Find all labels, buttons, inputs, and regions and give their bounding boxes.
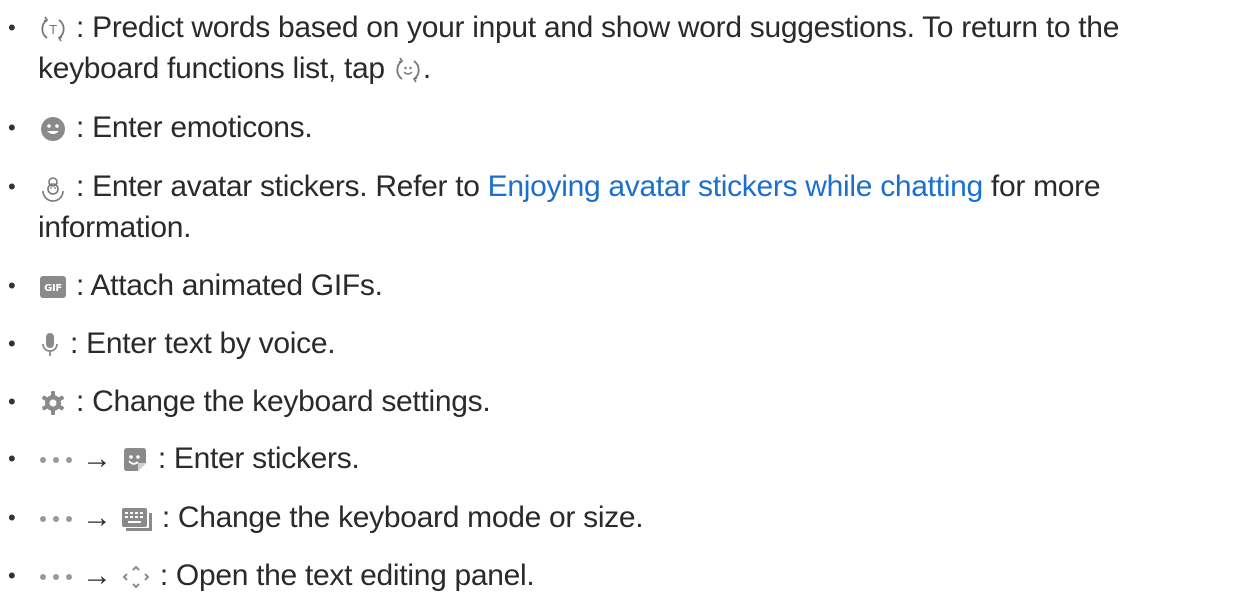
- arrow: →: [82, 501, 112, 534]
- bullet: •: [8, 15, 16, 40]
- line: T : Predict words based on your input an…: [38, 7, 1119, 48]
- item-text: : Open the text editing panel.: [159, 559, 535, 592]
- arrow: →: [82, 559, 112, 592]
- item-text: : Change the keyboard mode or size.: [161, 501, 644, 534]
- bullet: •: [8, 174, 16, 199]
- bullet: •: [8, 331, 16, 356]
- text-editing-icon: [120, 562, 152, 592]
- gif-icon: GIF: [38, 274, 68, 300]
- more-dots-icon: [38, 454, 74, 466]
- line: → : Open the text editing panel.: [38, 555, 535, 596]
- item-text: : Attach animated GIFs.: [76, 269, 383, 302]
- item-text: : Change the keyboard settings.: [76, 385, 491, 418]
- item-text: : Enter stickers.: [157, 442, 360, 475]
- svg-text:GIF: GIF: [44, 283, 62, 294]
- line: → : Enter stickers.: [38, 438, 360, 479]
- line: keyboard functions list, tap .: [38, 48, 431, 89]
- keyboard-mode-icon: [120, 505, 154, 533]
- keyboard-functions-list: • T : Predict words based on your input …: [0, 0, 1255, 611]
- bullet: •: [8, 389, 16, 414]
- more-dots-icon: [38, 571, 74, 583]
- microphone-icon: [38, 330, 62, 360]
- item-text: : Enter emoticons.: [76, 111, 313, 144]
- emoji-icon: [38, 114, 68, 144]
- avatar-sticker-icon: [38, 173, 68, 203]
- bullet: •: [8, 446, 16, 471]
- arrow: →: [82, 442, 112, 475]
- avatar-stickers-link[interactable]: Enjoying avatar stickers while chatting: [488, 170, 984, 203]
- line: information.: [38, 207, 191, 248]
- line: GIF : Attach animated GIFs.: [38, 265, 383, 306]
- item-text: .: [422, 52, 431, 85]
- bullet: •: [8, 273, 16, 298]
- item-text: information.: [38, 211, 192, 244]
- item-text: : Enter avatar stickers. Refer to: [76, 170, 488, 203]
- item-text: : Enter text by voice.: [70, 327, 336, 360]
- line: : Enter avatar stickers. Refer to Enjoyi…: [38, 166, 1101, 207]
- svg-text:T: T: [48, 23, 57, 37]
- keyboard-functions-icon: [393, 55, 423, 85]
- bullet: •: [8, 115, 16, 140]
- line: : Change the keyboard settings.: [38, 381, 491, 422]
- item-text: keyboard functions list, tap: [38, 52, 393, 85]
- bullet: •: [8, 563, 16, 588]
- line: → : Change the keyboard mode or size.: [38, 497, 644, 538]
- item-text: : Predict words based on your input and …: [76, 11, 1120, 44]
- line: : Enter text by voice.: [38, 323, 336, 364]
- line: : Enter emoticons.: [38, 107, 313, 148]
- item-text: for more: [982, 170, 1101, 203]
- bullet: •: [8, 505, 16, 530]
- predict-text-icon: T: [38, 14, 68, 44]
- gear-icon: [38, 388, 68, 418]
- more-dots-icon: [38, 513, 74, 525]
- sticker-icon: [120, 445, 150, 475]
